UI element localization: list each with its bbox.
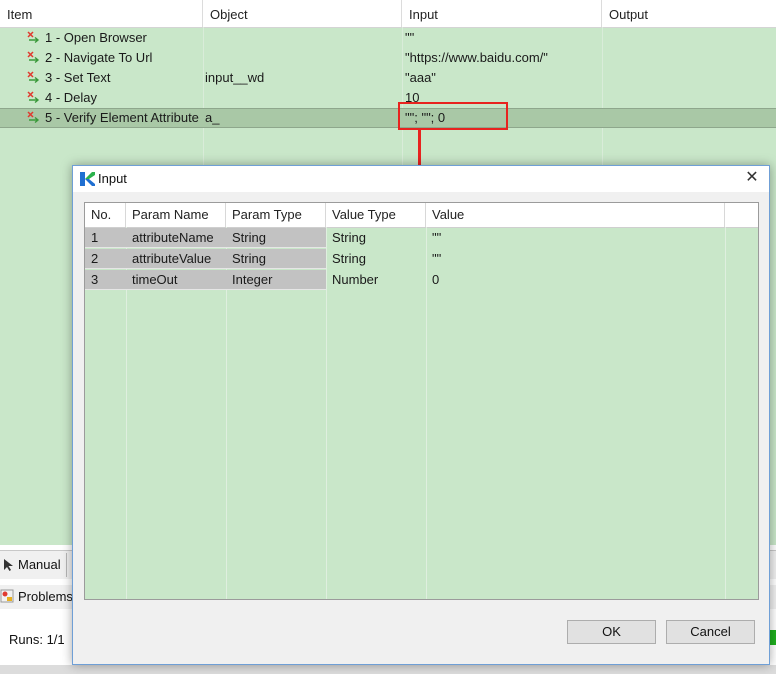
dialog-title: Input <box>98 171 127 186</box>
step-arrow-icon <box>27 111 40 124</box>
param-row[interactable]: 2 attributeValue String String "" <box>85 249 758 269</box>
step-arrow-icon <box>27 51 40 64</box>
param-name: timeOut <box>126 270 226 290</box>
table-row[interactable]: 1 - Open Browser "" <box>0 28 776 48</box>
column-header-object[interactable]: Object <box>203 0 402 27</box>
column-header-item[interactable]: Item <box>0 0 203 27</box>
step-input[interactable]: "aaa" <box>405 68 600 88</box>
tab-manual[interactable]: Manual <box>0 551 61 579</box>
step-output <box>605 108 775 128</box>
step-name: 1 - Open Browser <box>45 30 147 45</box>
param-type: String <box>226 228 326 248</box>
table-row-selected[interactable]: 5 - Verify Element Attribute a_ ""; ""; … <box>0 108 776 128</box>
table-row[interactable]: 3 - Set Text input__wd "aaa" <box>0 68 776 88</box>
step-name: 4 - Delay <box>45 90 98 105</box>
status-bar <box>0 665 776 674</box>
param-table: No. Param Name Param Type Value Type Val… <box>84 202 759 600</box>
step-input[interactable]: "https://www.baidu.com/" <box>405 48 600 68</box>
close-icon[interactable]: ✕ <box>743 169 761 187</box>
param-value[interactable]: "" <box>426 228 725 248</box>
cancel-button[interactable]: Cancel <box>666 620 755 644</box>
param-table-header: No. Param Name Param Type Value Type Val… <box>85 203 758 228</box>
runs-label: Runs: 1/1 <box>9 632 65 647</box>
param-value[interactable]: "" <box>426 249 725 269</box>
step-output <box>605 68 775 88</box>
column-header-param-type[interactable]: Param Type <box>226 203 326 227</box>
katalon-logo-icon <box>80 172 95 186</box>
step-arrow-icon <box>27 91 40 104</box>
param-type: String <box>226 249 326 269</box>
step-output <box>605 88 775 108</box>
step-input[interactable]: "" <box>405 28 600 48</box>
step-object <box>205 48 400 68</box>
ok-button[interactable]: OK <box>567 620 656 644</box>
param-name: attributeValue <box>126 249 226 269</box>
column-header-param-name[interactable]: Param Name <box>126 203 226 227</box>
table-row[interactable]: 4 - Delay 10 <box>0 88 776 108</box>
step-name: 3 - Set Text <box>45 70 111 85</box>
param-value-type[interactable]: Number <box>326 270 426 290</box>
column-header-value-type[interactable]: Value Type <box>326 203 426 227</box>
dialog-title-bar: Input ✕ <box>73 166 769 192</box>
step-object <box>205 88 400 108</box>
column-header-output[interactable]: Output <box>602 0 776 27</box>
step-object: input__wd <box>205 70 265 85</box>
table-header: Item Object Input Output <box>0 0 776 28</box>
param-value[interactable]: 0 <box>426 270 725 290</box>
step-arrow-icon <box>27 71 40 84</box>
param-row[interactable]: 3 timeOut Integer Number 0 <box>85 270 758 290</box>
param-value-type[interactable]: String <box>326 228 426 248</box>
step-arrow-icon <box>27 31 40 44</box>
param-no: 1 <box>85 228 126 248</box>
column-header-empty <box>725 203 758 227</box>
param-value-type[interactable]: String <box>326 249 426 269</box>
column-header-value[interactable]: Value <box>426 203 725 227</box>
table-row[interactable]: 2 - Navigate To Url "https://www.baidu.c… <box>0 48 776 68</box>
step-name: 5 - Verify Element Attribute <box>45 110 199 125</box>
step-output <box>605 28 775 48</box>
param-name: attributeName <box>126 228 226 248</box>
column-header-input[interactable]: Input <box>402 0 602 27</box>
tab-divider <box>66 553 67 577</box>
step-object: a_ <box>205 110 220 125</box>
param-no: 3 <box>85 270 126 290</box>
input-dialog: Input ✕ No. Param Name Param Type Value … <box>72 165 770 665</box>
step-output <box>605 48 775 68</box>
param-row[interactable]: 1 attributeName String String "" <box>85 228 758 248</box>
step-object <box>205 28 400 48</box>
param-no: 2 <box>85 249 126 269</box>
param-type: Integer <box>226 270 326 290</box>
step-name: 2 - Navigate To Url <box>45 50 153 65</box>
highlight-box <box>398 102 508 130</box>
tab-problems[interactable]: Problems <box>0 583 73 611</box>
column-header-no[interactable]: No. <box>85 203 126 227</box>
